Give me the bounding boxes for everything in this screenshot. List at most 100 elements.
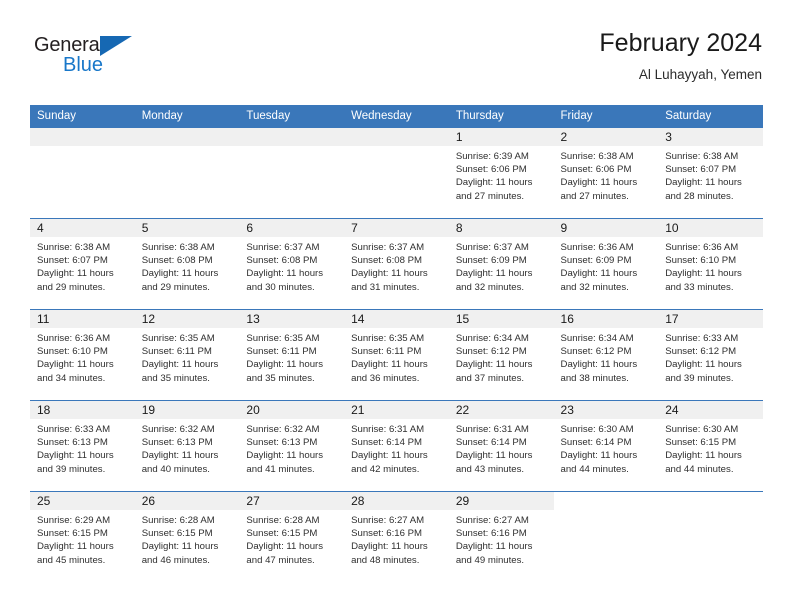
day-cell: 10 Sunrise: 6:36 AM Sunset: 6:10 PM Dayligh… — [658, 219, 763, 309]
day-number — [658, 492, 763, 510]
day-details: Sunrise: 6:31 AM Sunset: 6:14 PM Daylight:… — [449, 419, 554, 476]
sunrise-text: Sunrise: 6:35 AM — [246, 333, 320, 344]
calendar-cell[interactable]: 17 Sunrise: 6:33 AM Sunset: 6:12 PM Dayligh… — [658, 309, 763, 401]
calendar-cell[interactable]: 1 Sunrise: 6:39 AM Sunset: 6:06 PM Daylight… — [448, 128, 554, 219]
calendar-week-row: 18 Sunrise: 6:33 AM Sunset: 6:13 PM Dayligh… — [30, 400, 763, 492]
daylight-text-line2: and 35 minutes. — [246, 372, 315, 384]
sunset-text: Sunset: 6:07 PM — [37, 255, 108, 267]
calendar-cell[interactable]: 15 Sunrise: 6:34 AM Sunset: 6:12 PM Dayligh… — [448, 309, 554, 401]
day-number: 15 — [448, 310, 554, 328]
day-number: 2 — [553, 128, 659, 146]
calendar-page: General Blue February 2024 Al Luhayyah, … — [0, 0, 792, 612]
sunset-text: Sunset: 6:06 PM — [560, 164, 632, 176]
sunrise-text: Sunrise: 6:36 AM — [560, 242, 634, 253]
day-details: Sunrise: 6:30 AM Sunset: 6:15 PM Daylight:… — [658, 419, 763, 476]
calendar-cell[interactable]: 2 Sunrise: 6:38 AM Sunset: 6:06 PM Daylight… — [553, 128, 659, 219]
weekday-header-saturday: Saturday — [658, 105, 763, 128]
sunrise-text: Sunrise: 6:38 AM — [37, 242, 111, 253]
title-block: February 2024 Al Luhayyah, Yemen — [599, 28, 762, 85]
day-cell: 18 Sunrise: 6:33 AM Sunset: 6:13 PM Dayligh… — [30, 401, 135, 491]
calendar-cell[interactable]: 3 Sunrise: 6:38 AM Sunset: 6:07 PM Daylight… — [658, 128, 763, 219]
sunset-text: Sunset: 6:15 PM — [246, 528, 318, 540]
day-number: 25 — [30, 492, 135, 510]
sunrise-text: Sunrise: 6:37 AM — [351, 242, 425, 253]
daylight-text-line1: Daylight: 11 hours — [246, 359, 324, 371]
daylight-text-line1: Daylight: 11 hours — [141, 268, 219, 280]
day-cell — [239, 128, 345, 218]
calendar-cell[interactable]: 21 Sunrise: 6:31 AM Sunset: 6:14 PM Dayligh… — [344, 400, 449, 492]
calendar-cell — [658, 491, 763, 582]
sunrise-text: Sunrise: 6:27 AM — [351, 515, 425, 526]
day-number: 13 — [239, 310, 345, 328]
sunset-text: Sunset: 6:13 PM — [246, 437, 318, 449]
daylight-text-line1: Daylight: 11 hours — [560, 268, 638, 280]
day-details: Sunrise: 6:30 AM Sunset: 6:14 PM Daylight:… — [554, 419, 659, 476]
calendar-week-row: 1 Sunrise: 6:39 AM Sunset: 6:06 PM Daylight… — [30, 128, 763, 219]
calendar-cell[interactable]: 25 Sunrise: 6:29 AM Sunset: 6:15 PM Dayligh… — [30, 491, 135, 582]
day-details: Sunrise: 6:32 AM Sunset: 6:13 PM Daylight:… — [135, 419, 240, 476]
calendar-cell[interactable]: 13 Sunrise: 6:35 AM Sunset: 6:11 PM Dayligh… — [239, 309, 345, 401]
day-number — [344, 128, 449, 146]
day-number — [553, 492, 659, 510]
brand-logo[interactable]: General Blue — [34, 34, 154, 86]
daylight-text-line1: Daylight: 11 hours — [455, 541, 533, 553]
calendar-cell[interactable]: 11 Sunrise: 6:36 AM Sunset: 6:10 PM Dayligh… — [30, 309, 135, 401]
calendar-cell[interactable]: 19 Sunrise: 6:32 AM Sunset: 6:13 PM Dayligh… — [134, 400, 240, 492]
page-subtitle: Al Luhayyah, Yemen — [638, 67, 762, 82]
calendar-cell[interactable]: 20 Sunrise: 6:32 AM Sunset: 6:13 PM Dayligh… — [239, 400, 345, 492]
calendar-cell[interactable]: 26 Sunrise: 6:28 AM Sunset: 6:15 PM Dayligh… — [134, 491, 240, 582]
calendar-cell[interactable]: 12 Sunrise: 6:35 AM Sunset: 6:11 PM Dayligh… — [134, 309, 240, 401]
sunset-text: Sunset: 6:08 PM — [246, 255, 318, 267]
brand-name-blue: Blue — [63, 54, 104, 76]
daylight-text-line1: Daylight: 11 hours — [37, 359, 114, 371]
weekday-header-friday: Friday — [553, 105, 659, 128]
daylight-text-line2: and 29 minutes. — [141, 281, 210, 293]
day-details: Sunrise: 6:38 AM Sunset: 6:06 PM Daylight:… — [554, 146, 659, 203]
calendar-cell[interactable]: 18 Sunrise: 6:33 AM Sunset: 6:13 PM Dayligh… — [30, 400, 135, 492]
daylight-text-line2: and 46 minutes. — [141, 554, 210, 566]
daylight-text-line1: Daylight: 11 hours — [455, 177, 533, 189]
calendar-cell[interactable]: 28 Sunrise: 6:27 AM Sunset: 6:16 PM Dayligh… — [344, 491, 449, 582]
calendar-cell[interactable]: 23 Sunrise: 6:30 AM Sunset: 6:14 PM Dayligh… — [553, 400, 659, 492]
calendar-cell[interactable]: 5 Sunrise: 6:38 AM Sunset: 6:08 PM Daylight… — [134, 218, 240, 310]
day-number: 11 — [30, 310, 135, 328]
day-number: 6 — [239, 219, 345, 237]
calendar-cell[interactable]: 4 Sunrise: 6:38 AM Sunset: 6:07 PM Daylight… — [30, 218, 135, 310]
calendar-cell[interactable]: 14 Sunrise: 6:35 AM Sunset: 6:11 PM Dayligh… — [344, 309, 449, 401]
day-cell: 28 Sunrise: 6:27 AM Sunset: 6:16 PM Dayligh… — [344, 492, 449, 582]
daylight-text-line2: and 37 minutes. — [455, 372, 525, 384]
sunrise-text: Sunrise: 6:37 AM — [246, 242, 320, 253]
day-cell: 12 Sunrise: 6:35 AM Sunset: 6:11 PM Dayligh… — [134, 310, 240, 400]
day-cell: 11 Sunrise: 6:36 AM Sunset: 6:10 PM Dayligh… — [30, 310, 135, 400]
sunrise-text: Sunrise: 6:32 AM — [141, 424, 215, 435]
sunset-text: Sunset: 6:07 PM — [665, 164, 737, 176]
day-details: Sunrise: 6:35 AM Sunset: 6:11 PM Daylight:… — [135, 328, 240, 385]
daylight-text-line2: and 29 minutes. — [37, 281, 106, 293]
calendar-cell[interactable]: 8 Sunrise: 6:37 AM Sunset: 6:09 PM Daylight… — [448, 218, 554, 310]
weekday-header-monday: Monday — [134, 105, 240, 128]
daylight-text-line2: and 36 minutes. — [351, 372, 420, 384]
daylight-text-line2: and 39 minutes. — [665, 372, 734, 384]
sunset-text: Sunset: 6:13 PM — [37, 437, 108, 449]
day-number: 4 — [30, 219, 135, 237]
day-number: 12 — [134, 310, 240, 328]
calendar-cell[interactable]: 10 Sunrise: 6:36 AM Sunset: 6:10 PM Dayligh… — [658, 218, 763, 310]
sunrise-text: Sunrise: 6:28 AM — [141, 515, 215, 526]
day-cell — [134, 128, 240, 218]
day-number: 18 — [30, 401, 135, 419]
day-number: 1 — [448, 128, 554, 146]
calendar-cell[interactable]: 24 Sunrise: 6:30 AM Sunset: 6:15 PM Dayligh… — [658, 400, 763, 492]
sunrise-text: Sunrise: 6:31 AM — [351, 424, 425, 435]
calendar-cell[interactable]: 9 Sunrise: 6:36 AM Sunset: 6:09 PM Daylight… — [553, 218, 659, 310]
calendar-cell[interactable]: 7 Sunrise: 6:37 AM Sunset: 6:08 PM Daylight… — [344, 218, 449, 310]
calendar-cell[interactable]: 6 Sunrise: 6:37 AM Sunset: 6:08 PM Daylight… — [239, 218, 345, 310]
day-details: Sunrise: 6:28 AM Sunset: 6:15 PM Daylight:… — [135, 510, 240, 567]
sunrise-text: Sunrise: 6:39 AM — [455, 151, 529, 162]
calendar-cell[interactable]: 16 Sunrise: 6:34 AM Sunset: 6:12 PM Dayligh… — [553, 309, 659, 401]
calendar-cell[interactable]: 29 Sunrise: 6:27 AM Sunset: 6:16 PM Dayligh… — [448, 491, 554, 582]
calendar-cell[interactable]: 22 Sunrise: 6:31 AM Sunset: 6:14 PM Dayligh… — [448, 400, 554, 492]
daylight-text-line2: and 43 minutes. — [455, 463, 525, 475]
calendar-cell[interactable]: 27 Sunrise: 6:28 AM Sunset: 6:15 PM Dayligh… — [239, 491, 345, 582]
sunrise-text: Sunrise: 6:35 AM — [351, 333, 425, 344]
sunset-text: Sunset: 6:08 PM — [141, 255, 213, 267]
